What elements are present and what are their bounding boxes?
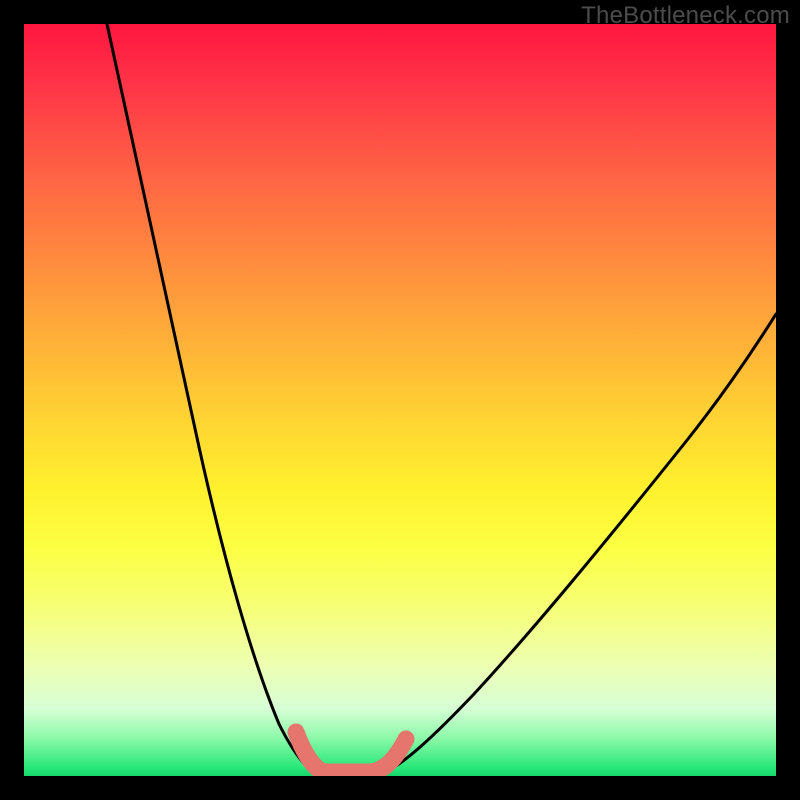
left-curve xyxy=(107,24,316,774)
chart-frame: TheBottleneck.com xyxy=(0,0,800,800)
watermark-text: TheBottleneck.com xyxy=(581,2,790,30)
trough-highlight xyxy=(296,732,406,772)
chart-plot-area xyxy=(24,24,776,776)
right-curve xyxy=(382,314,776,774)
chart-curves xyxy=(24,24,776,776)
